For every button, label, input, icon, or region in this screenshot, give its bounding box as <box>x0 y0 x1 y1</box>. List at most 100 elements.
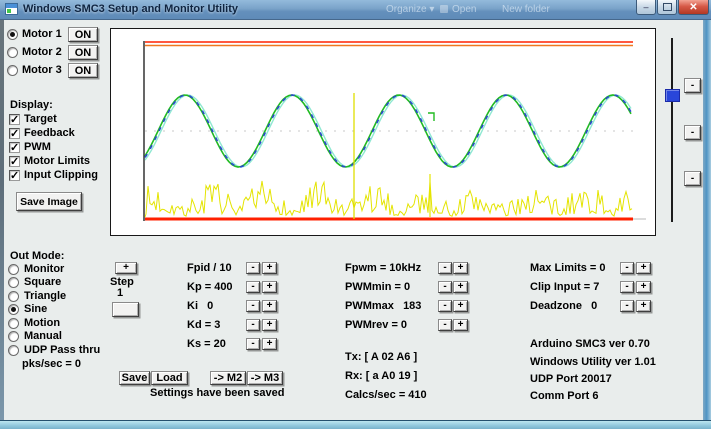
save-image-button[interactable]: Save Image <box>16 192 82 211</box>
motor-3-label: Motor 3 <box>22 64 62 76</box>
pwmmin-label: PWMmin = 0 <box>345 281 410 293</box>
load-button[interactable]: Load <box>151 371 188 385</box>
scale-slider-track[interactable] <box>671 38 673 222</box>
window-border-bottom <box>0 420 711 429</box>
step-plus-button[interactable]: + <box>115 262 137 274</box>
motor-2-radio[interactable] <box>7 47 18 58</box>
kd-minus-button[interactable]: - <box>246 319 260 331</box>
sine-radio[interactable] <box>8 304 19 315</box>
motor-1-label: Motor 1 <box>22 28 62 40</box>
close-button[interactable]: ✕ <box>678 0 709 15</box>
rx-readout: Rx: [ a A0 19 ] <box>345 370 417 382</box>
pwmrev-minus-button[interactable]: - <box>438 319 452 331</box>
kd-label: Kd = 3 <box>187 319 220 331</box>
input-clipping-label: Input Clipping <box>24 169 98 181</box>
input-clipping-checkbox[interactable] <box>9 170 20 181</box>
app-window: Windows SMC3 Setup and Monitor Utility O… <box>0 0 711 429</box>
motor-3-on-button[interactable]: ON <box>68 63 98 78</box>
minimize-button[interactable]: – <box>636 0 656 15</box>
manual-radio[interactable] <box>8 331 19 342</box>
pwmmin-plus-button[interactable]: + <box>453 281 468 293</box>
pwmmax-minus-button[interactable]: - <box>438 300 452 312</box>
pwmmax-plus-button[interactable]: + <box>453 300 468 312</box>
fpid-minus-button[interactable]: - <box>246 262 260 274</box>
motor-limits-label: Motor Limits <box>24 155 90 167</box>
kd-plus-button[interactable]: + <box>262 319 277 331</box>
target-label: Target <box>24 113 57 125</box>
fpwm-label: Fpwm = 10kHz <box>345 262 421 274</box>
ki-minus-button[interactable]: - <box>246 300 260 312</box>
background-folder-icon <box>440 5 448 13</box>
ks-minus-button[interactable]: - <box>246 338 260 350</box>
deadzone-plus-button[interactable]: + <box>636 300 651 312</box>
motion-label: Motion <box>24 317 60 329</box>
pwm-label: PWM <box>24 141 51 153</box>
motor-1-radio[interactable] <box>7 29 18 40</box>
kp-plus-button[interactable]: + <box>262 281 277 293</box>
step-minus-button[interactable] <box>112 302 139 317</box>
background-new-folder-button: New folder <box>502 4 550 15</box>
kp-label: Kp = 400 <box>187 281 233 293</box>
pwmmax-label: PWMmax 183 <box>345 300 421 312</box>
pwm-checkbox[interactable] <box>9 142 20 153</box>
side-minus-button-1[interactable]: - <box>684 78 701 93</box>
background-organize-menu: Organize ▾ <box>386 4 434 15</box>
pks-per-sec-value: pks/sec = 0 <box>22 358 81 370</box>
sine-label: Sine <box>24 303 47 315</box>
motor-3-radio[interactable] <box>7 65 18 76</box>
title-bar[interactable]: Windows SMC3 Setup and Monitor Utility O… <box>0 0 711 20</box>
motor-limits-checkbox[interactable] <box>9 156 20 167</box>
minimize-icon: – <box>643 2 648 12</box>
tx-readout: Tx: [ A 02 A6 ] <box>345 351 417 363</box>
ks-plus-button[interactable]: + <box>262 338 277 350</box>
max-limits-plus-button[interactable]: + <box>636 262 651 274</box>
clip-input-minus-button[interactable]: - <box>620 281 634 293</box>
monitor-radio[interactable] <box>8 264 19 275</box>
deadzone-minus-button[interactable]: - <box>620 300 634 312</box>
udp-pass-thru-radio[interactable] <box>8 345 19 356</box>
calcs-per-sec-readout: Calcs/sec = 410 <box>345 389 427 401</box>
step-value: 1 <box>117 287 123 299</box>
copy-to-m3-button[interactable]: -> M3 <box>247 371 283 385</box>
copy-to-m2-button[interactable]: -> M2 <box>210 371 246 385</box>
ki-label: Ki 0 <box>187 300 213 312</box>
kp-minus-button[interactable]: - <box>246 281 260 293</box>
fpwm-minus-button[interactable]: - <box>438 262 452 274</box>
motion-radio[interactable] <box>8 318 19 329</box>
scale-slider-handle[interactable] <box>665 89 680 102</box>
motor-2-label: Motor 2 <box>22 46 62 58</box>
feedback-checkbox[interactable] <box>9 128 20 139</box>
pwmrev-plus-button[interactable]: + <box>453 319 468 331</box>
triangle-radio[interactable] <box>8 291 19 302</box>
monitor-label: Monitor <box>24 263 64 275</box>
fpwm-plus-button[interactable]: + <box>453 262 468 274</box>
save-button[interactable]: Save <box>119 371 150 385</box>
max-limits-minus-button[interactable]: - <box>620 262 634 274</box>
clip-input-plus-button[interactable]: + <box>636 281 651 293</box>
arduino-version-text: Arduino SMC3 ver 0.70 <box>530 338 650 350</box>
window-border-right <box>703 19 711 429</box>
ks-label: Ks = 20 <box>187 338 226 350</box>
maximize-icon <box>663 3 672 11</box>
motor-2-on-button[interactable]: ON <box>68 45 98 60</box>
target-checkbox[interactable] <box>9 114 20 125</box>
window-title: Windows SMC3 Setup and Monitor Utility <box>23 3 238 15</box>
manual-label: Manual <box>24 330 62 342</box>
close-icon: ✕ <box>689 2 697 13</box>
comm-port-text: Comm Port 6 <box>530 390 598 402</box>
side-minus-button-3[interactable]: - <box>684 171 701 186</box>
feedback-label: Feedback <box>24 127 75 139</box>
pwmmin-minus-button[interactable]: - <box>438 281 452 293</box>
ki-plus-button[interactable]: + <box>262 300 277 312</box>
square-label: Square <box>24 276 61 288</box>
triangle-label: Triangle <box>24 290 66 302</box>
max-limits-label: Max Limits = 0 <box>530 262 606 274</box>
display-heading: Display: <box>10 99 53 111</box>
side-minus-button-2[interactable]: - <box>684 125 701 140</box>
app-icon <box>5 3 18 15</box>
fpid-plus-button[interactable]: + <box>262 262 277 274</box>
square-radio[interactable] <box>8 277 19 288</box>
motor-1-on-button[interactable]: ON <box>68 27 98 42</box>
udp-pass-thru-label: UDP Pass thru <box>24 344 100 356</box>
maximize-button[interactable] <box>657 0 677 15</box>
